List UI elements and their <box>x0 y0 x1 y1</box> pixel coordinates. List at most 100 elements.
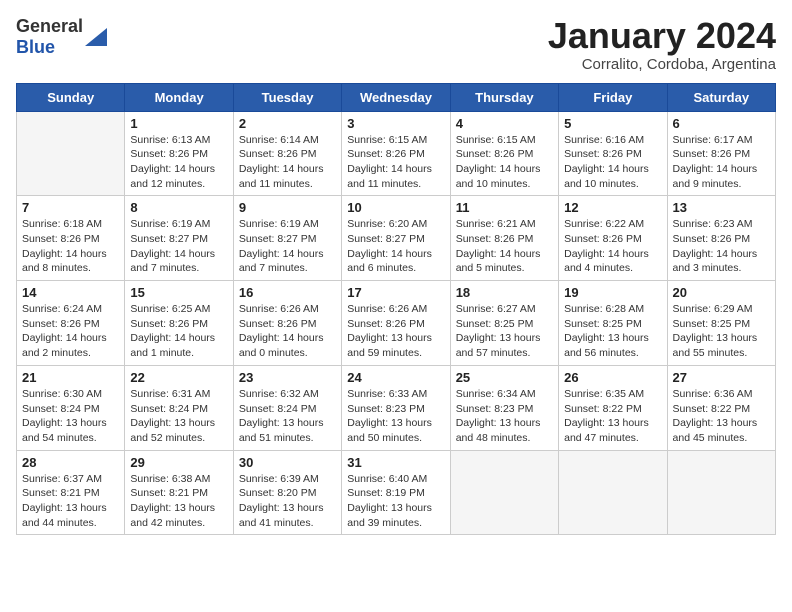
calendar-week-2: 7 Sunrise: 6:18 AM Sunset: 8:26 PM Daylig… <box>17 196 776 281</box>
day-info: Sunrise: 6:23 AM Sunset: 8:26 PM Dayligh… <box>673 217 770 276</box>
weekday-header-monday: Monday <box>125 83 233 111</box>
day-info: Sunrise: 6:15 AM Sunset: 8:26 PM Dayligh… <box>347 133 444 192</box>
day-info: Sunrise: 6:26 AM Sunset: 8:26 PM Dayligh… <box>347 302 444 361</box>
day-number: 31 <box>347 455 444 470</box>
weekday-header-thursday: Thursday <box>450 83 558 111</box>
day-info: Sunrise: 6:31 AM Sunset: 8:24 PM Dayligh… <box>130 387 227 446</box>
calendar-cell: 15 Sunrise: 6:25 AM Sunset: 8:26 PM Dayli… <box>125 281 233 366</box>
day-number: 9 <box>239 200 336 215</box>
day-number: 27 <box>673 370 770 385</box>
calendar-table: SundayMondayTuesdayWednesdayThursdayFrid… <box>16 83 776 536</box>
calendar-cell: 22 Sunrise: 6:31 AM Sunset: 8:24 PM Dayli… <box>125 365 233 450</box>
calendar-cell <box>450 450 558 535</box>
calendar-cell <box>559 450 667 535</box>
weekday-header-wednesday: Wednesday <box>342 83 450 111</box>
calendar-cell: 27 Sunrise: 6:36 AM Sunset: 8:22 PM Dayli… <box>667 365 775 450</box>
logo: General Blue <box>16 16 107 58</box>
calendar-cell: 6Sunrise: 6:17 AM Sunset: 8:26 PM Daylig… <box>667 111 775 196</box>
day-number: 3 <box>347 116 444 131</box>
calendar-cell: 24 Sunrise: 6:33 AM Sunset: 8:23 PM Dayli… <box>342 365 450 450</box>
title-section: January 2024 Corralito, Cordoba, Argenti… <box>548 16 776 73</box>
calendar-week-1: 1 Sunrise: 6:13 AM Sunset: 8:26 PM Daylig… <box>17 111 776 196</box>
day-info: Sunrise: 6:30 AM Sunset: 8:24 PM Dayligh… <box>22 387 119 446</box>
calendar-cell: 18 Sunrise: 6:27 AM Sunset: 8:25 PM Dayli… <box>450 281 558 366</box>
calendar-week-3: 14 Sunrise: 6:24 AM Sunset: 8:26 PM Dayli… <box>17 281 776 366</box>
day-number: 8 <box>130 200 227 215</box>
day-number: 4 <box>456 116 553 131</box>
day-info: Sunrise: 6:15 AM Sunset: 8:26 PM Dayligh… <box>456 133 553 192</box>
weekday-header-friday: Friday <box>559 83 667 111</box>
day-info: Sunrise: 6:22 AM Sunset: 8:26 PM Dayligh… <box>564 217 661 276</box>
day-number: 23 <box>239 370 336 385</box>
calendar-cell: 14 Sunrise: 6:24 AM Sunset: 8:26 PM Dayli… <box>17 281 125 366</box>
day-number: 28 <box>22 455 119 470</box>
calendar-cell: 30 Sunrise: 6:39 AM Sunset: 8:20 PM Dayli… <box>233 450 341 535</box>
day-info: Sunrise: 6:29 AM Sunset: 8:25 PM Dayligh… <box>673 302 770 361</box>
calendar-cell: 25Sunrise: 6:34 AM Sunset: 8:23 PM Dayli… <box>450 365 558 450</box>
day-info: Sunrise: 6:14 AM Sunset: 8:26 PM Dayligh… <box>239 133 336 192</box>
day-info: Sunrise: 6:35 AM Sunset: 8:22 PM Dayligh… <box>564 387 661 446</box>
day-info: Sunrise: 6:34 AM Sunset: 8:23 PM Dayligh… <box>456 387 553 446</box>
day-number: 7 <box>22 200 119 215</box>
day-info: Sunrise: 6:39 AM Sunset: 8:20 PM Dayligh… <box>239 472 336 531</box>
day-number: 13 <box>673 200 770 215</box>
day-number: 1 <box>130 116 227 131</box>
day-number: 24 <box>347 370 444 385</box>
calendar-cell: 28 Sunrise: 6:37 AM Sunset: 8:21 PM Dayli… <box>17 450 125 535</box>
calendar-cell <box>667 450 775 535</box>
day-number: 14 <box>22 285 119 300</box>
calendar-cell: 5 Sunrise: 6:16 AM Sunset: 8:26 PM Daylig… <box>559 111 667 196</box>
day-info: Sunrise: 6:36 AM Sunset: 8:22 PM Dayligh… <box>673 387 770 446</box>
calendar-cell: 1 Sunrise: 6:13 AM Sunset: 8:26 PM Daylig… <box>125 111 233 196</box>
day-number: 21 <box>22 370 119 385</box>
day-info: Sunrise: 6:24 AM Sunset: 8:26 PM Dayligh… <box>22 302 119 361</box>
day-number: 15 <box>130 285 227 300</box>
day-info: Sunrise: 6:16 AM Sunset: 8:26 PM Dayligh… <box>564 133 661 192</box>
weekday-header-saturday: Saturday <box>667 83 775 111</box>
day-info: Sunrise: 6:26 AM Sunset: 8:26 PM Dayligh… <box>239 302 336 361</box>
calendar-cell: 13 Sunrise: 6:23 AM Sunset: 8:26 PM Dayli… <box>667 196 775 281</box>
day-number: 12 <box>564 200 661 215</box>
day-info: Sunrise: 6:19 AM Sunset: 8:27 PM Dayligh… <box>239 217 336 276</box>
day-info: Sunrise: 6:20 AM Sunset: 8:27 PM Dayligh… <box>347 217 444 276</box>
calendar-cell: 2 Sunrise: 6:14 AM Sunset: 8:26 PM Daylig… <box>233 111 341 196</box>
page-header: General Blue January 2024 Corralito, Cor… <box>16 16 776 73</box>
day-info: Sunrise: 6:19 AM Sunset: 8:27 PM Dayligh… <box>130 217 227 276</box>
day-info: Sunrise: 6:13 AM Sunset: 8:26 PM Dayligh… <box>130 133 227 192</box>
logo-icon <box>85 28 107 46</box>
day-info: Sunrise: 6:21 AM Sunset: 8:26 PM Dayligh… <box>456 217 553 276</box>
day-info: Sunrise: 6:37 AM Sunset: 8:21 PM Dayligh… <box>22 472 119 531</box>
day-number: 2 <box>239 116 336 131</box>
calendar-cell: 31 Sunrise: 6:40 AM Sunset: 8:19 PM Dayli… <box>342 450 450 535</box>
calendar-cell: 23 Sunrise: 6:32 AM Sunset: 8:24 PM Dayli… <box>233 365 341 450</box>
calendar-cell: 4 Sunrise: 6:15 AM Sunset: 8:26 PM Daylig… <box>450 111 558 196</box>
day-number: 30 <box>239 455 336 470</box>
day-number: 10 <box>347 200 444 215</box>
day-info: Sunrise: 6:33 AM Sunset: 8:23 PM Dayligh… <box>347 387 444 446</box>
calendar-cell: 8 Sunrise: 6:19 AM Sunset: 8:27 PM Daylig… <box>125 196 233 281</box>
day-info: Sunrise: 6:40 AM Sunset: 8:19 PM Dayligh… <box>347 472 444 531</box>
weekday-header-tuesday: Tuesday <box>233 83 341 111</box>
day-number: 19 <box>564 285 661 300</box>
calendar-title: January 2024 <box>548 16 776 56</box>
calendar-week-4: 21 Sunrise: 6:30 AM Sunset: 8:24 PM Dayli… <box>17 365 776 450</box>
calendar-cell: 16Sunrise: 6:26 AM Sunset: 8:26 PM Dayli… <box>233 281 341 366</box>
calendar-cell: 21 Sunrise: 6:30 AM Sunset: 8:24 PM Dayli… <box>17 365 125 450</box>
day-info: Sunrise: 6:27 AM Sunset: 8:25 PM Dayligh… <box>456 302 553 361</box>
calendar-cell: 26 Sunrise: 6:35 AM Sunset: 8:22 PM Dayli… <box>559 365 667 450</box>
calendar-cell <box>17 111 125 196</box>
calendar-cell: 10 Sunrise: 6:20 AM Sunset: 8:27 PM Dayli… <box>342 196 450 281</box>
weekday-header-sunday: Sunday <box>17 83 125 111</box>
day-info: Sunrise: 6:25 AM Sunset: 8:26 PM Dayligh… <box>130 302 227 361</box>
day-number: 26 <box>564 370 661 385</box>
day-number: 18 <box>456 285 553 300</box>
calendar-cell: 9 Sunrise: 6:19 AM Sunset: 8:27 PM Daylig… <box>233 196 341 281</box>
day-number: 5 <box>564 116 661 131</box>
day-info: Sunrise: 6:38 AM Sunset: 8:21 PM Dayligh… <box>130 472 227 531</box>
day-info: Sunrise: 6:18 AM Sunset: 8:26 PM Dayligh… <box>22 217 119 276</box>
day-info: Sunrise: 6:32 AM Sunset: 8:24 PM Dayligh… <box>239 387 336 446</box>
calendar-cell: 3 Sunrise: 6:15 AM Sunset: 8:26 PM Daylig… <box>342 111 450 196</box>
calendar-cell: 12 Sunrise: 6:22 AM Sunset: 8:26 PM Dayli… <box>559 196 667 281</box>
day-number: 29 <box>130 455 227 470</box>
day-number: 22 <box>130 370 227 385</box>
